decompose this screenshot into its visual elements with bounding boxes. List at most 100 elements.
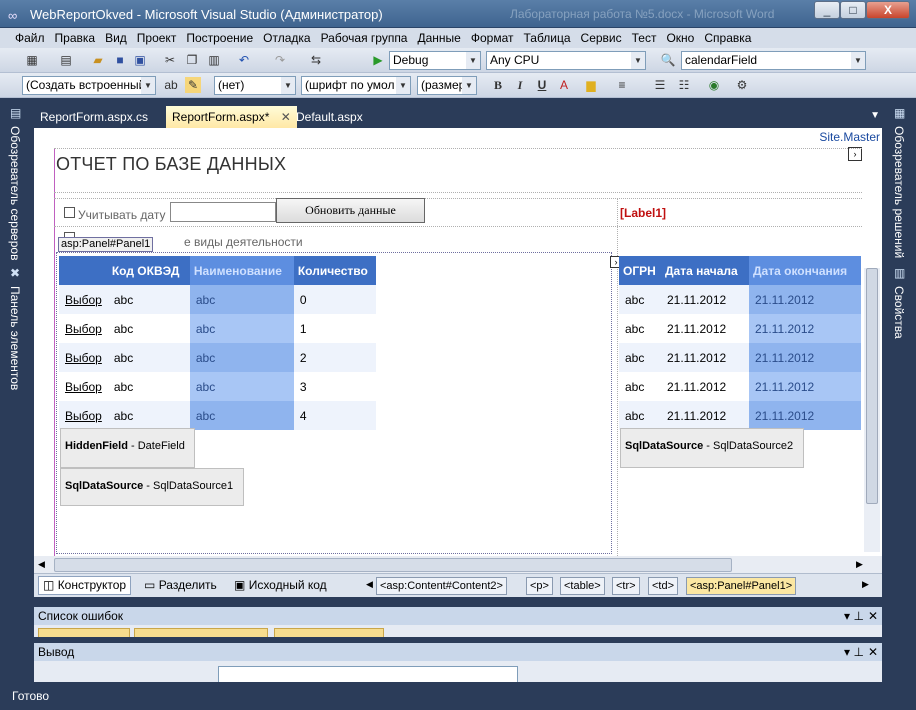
select-link[interactable]: Выбор [59, 314, 108, 343]
close-button[interactable]: X [866, 1, 910, 19]
smart-tag-icon[interactable]: › [848, 147, 862, 161]
menu-item[interactable]: Построение [181, 28, 258, 48]
breadcrumb-item[interactable]: <asp:Content#Content2> [376, 577, 507, 595]
breadcrumb-item[interactable]: <td> [648, 577, 679, 595]
find-select[interactable]: calendarField ▼ [681, 51, 866, 70]
style-select[interactable]: (Создать встроенный ▼ [22, 76, 156, 95]
minimize-button[interactable]: _ [814, 1, 840, 19]
save-all-icon[interactable]: ▣ [132, 52, 148, 68]
bold-button[interactable]: B [490, 77, 506, 93]
breadcrumb-item[interactable]: <p> [526, 577, 553, 595]
breadcrumb-item[interactable]: <table> [560, 577, 605, 595]
italic-button[interactable]: I [512, 77, 528, 93]
numbered-list-icon[interactable]: ☰ [652, 77, 668, 93]
configuration-select[interactable]: Debug ▼ [389, 51, 481, 70]
start-debug-icon[interactable]: ▶ [370, 52, 386, 68]
bullet-list-icon[interactable]: ☷ [676, 77, 692, 93]
undo-icon[interactable]: ↶ [236, 52, 252, 68]
tab-list-icon[interactable]: ▼ [870, 110, 880, 121]
select-link[interactable]: Выбор [59, 372, 108, 401]
new-project-icon[interactable]: ▦ [24, 52, 40, 68]
output-pane[interactable]: Вывод ▾ ⊥ ✕ [34, 643, 882, 661]
close-icon[interactable]: ✕ [868, 643, 878, 661]
design-view-button[interactable]: ◫ Конструктор [38, 576, 132, 595]
open-file-icon[interactable]: ▰ [90, 52, 106, 68]
navigate-icon[interactable]: ⇆ [308, 52, 324, 68]
grid-header-name[interactable]: Наименование [189, 256, 294, 285]
menu-item[interactable]: Файл [10, 28, 50, 48]
errors-filter-button[interactable] [38, 628, 130, 637]
menu-item[interactable]: Окно [661, 28, 699, 48]
style-apply-icon[interactable]: ab [163, 77, 179, 93]
platform-select[interactable]: Any CPU ▼ [486, 51, 646, 70]
solution-explorer-tab[interactable]: Обозреватель решений [892, 126, 906, 258]
select-link[interactable]: Выбор [59, 285, 108, 314]
vertical-scrollbar[interactable] [864, 268, 880, 552]
menu-item[interactable]: Справка [699, 28, 756, 48]
source-view-button[interactable]: ▣ Исходный код [234, 577, 327, 594]
size-select[interactable]: (размер ▼ [417, 76, 477, 95]
messages-filter-button[interactable] [274, 628, 384, 637]
date-checkbox[interactable] [64, 207, 75, 218]
crumb-scroll-right-icon[interactable]: ▶ [862, 579, 869, 590]
cut-icon[interactable]: ✂ [162, 52, 178, 68]
menu-item[interactable]: Вид [100, 28, 132, 48]
server-explorer-tab[interactable]: Обозреватель серверов [8, 126, 22, 260]
hidden-field-control[interactable]: HiddenField - DateField [60, 428, 195, 468]
close-icon[interactable]: ✕ [868, 607, 878, 625]
menu-item[interactable]: Правка [50, 28, 101, 48]
save-icon[interactable]: ■ [112, 52, 128, 68]
highlight-icon[interactable]: ✎ [185, 77, 201, 93]
site-master-link[interactable]: Site.Master [819, 130, 880, 144]
tab-default-aspx[interactable]: Default.aspx [290, 106, 369, 128]
menu-item[interactable]: Таблица [518, 28, 575, 48]
toolbox-tab[interactable]: Панель элементов [8, 286, 22, 390]
select-link[interactable]: Выбор [59, 401, 108, 430]
menu-item[interactable]: Рабочая группа [316, 28, 413, 48]
menu-item[interactable]: Данные [412, 28, 465, 48]
scroll-right-icon[interactable]: ▶ [856, 559, 863, 570]
find-icon[interactable]: 🔍 [660, 52, 676, 68]
warnings-filter-button[interactable] [134, 628, 268, 637]
copy-icon[interactable]: ❐ [184, 52, 200, 68]
sqldatasource2-control[interactable]: SqlDataSource - SqlDataSource2 [620, 428, 804, 468]
menu-item[interactable]: Тест [627, 28, 662, 48]
pane-options-icon[interactable]: ▾ [844, 643, 850, 661]
toolbox-icon[interactable]: ✖ [10, 266, 20, 280]
select-link[interactable]: Выбор [59, 343, 108, 372]
font-select[interactable]: (шрифт по умол ▼ [301, 76, 411, 95]
crumb-scroll-left-icon[interactable]: ◀ [366, 579, 373, 590]
pin-icon[interactable]: ⊥ [854, 607, 864, 625]
tab-reportform-cs[interactable]: ReportForm.aspx.cs [34, 106, 154, 128]
properties-icon[interactable]: ▥ [894, 266, 905, 280]
menu-item[interactable]: Сервис [576, 28, 627, 48]
hscroll-thumb[interactable] [54, 558, 732, 572]
scroll-left-icon[interactable]: ◀ [38, 559, 45, 570]
refresh-button[interactable]: Обновить данные [276, 198, 425, 223]
breadcrumb-item[interactable]: <asp:Panel#Panel1> [686, 577, 797, 595]
pin-icon[interactable]: ⊥ [854, 643, 864, 661]
align-icon[interactable]: ≡ [614, 77, 630, 93]
output-source-select[interactable] [218, 666, 518, 682]
grid-header-count[interactable]: Количество [294, 256, 376, 285]
hyperlink-icon[interactable]: ◉ [706, 77, 722, 93]
paste-icon[interactable]: ▥ [206, 52, 222, 68]
horizontal-scrollbar[interactable]: ◀ ▶ [34, 556, 882, 574]
menu-item[interactable]: Проект [132, 28, 182, 48]
tab-reportform-aspx[interactable]: ReportForm.aspx* ✕ [166, 106, 297, 128]
split-view-button[interactable]: ▭ Разделить [144, 577, 217, 594]
absolute-position-icon[interactable]: ⚙ [734, 77, 750, 93]
add-item-icon[interactable]: ▤ [58, 52, 74, 68]
redo-icon[interactable]: ↷ [272, 52, 288, 68]
menu-item[interactable]: Формат [466, 28, 519, 48]
solution-explorer-icon[interactable]: ▦ [894, 106, 905, 120]
underline-button[interactable]: U [534, 77, 550, 93]
grid-header-code[interactable]: Код ОКВЭД [108, 256, 190, 285]
grid-header-start-date[interactable]: Дата начала [661, 256, 749, 285]
back-color-icon[interactable]: ▆ [583, 77, 599, 93]
server-explorer-icon[interactable]: ▤ [10, 106, 21, 120]
block-format-select[interactable]: (нет) ▼ [214, 76, 296, 95]
maximize-button[interactable]: □ [840, 1, 866, 19]
grid-header-ogrn[interactable]: ОГРН [619, 256, 661, 285]
font-color-icon[interactable]: A [556, 77, 572, 93]
